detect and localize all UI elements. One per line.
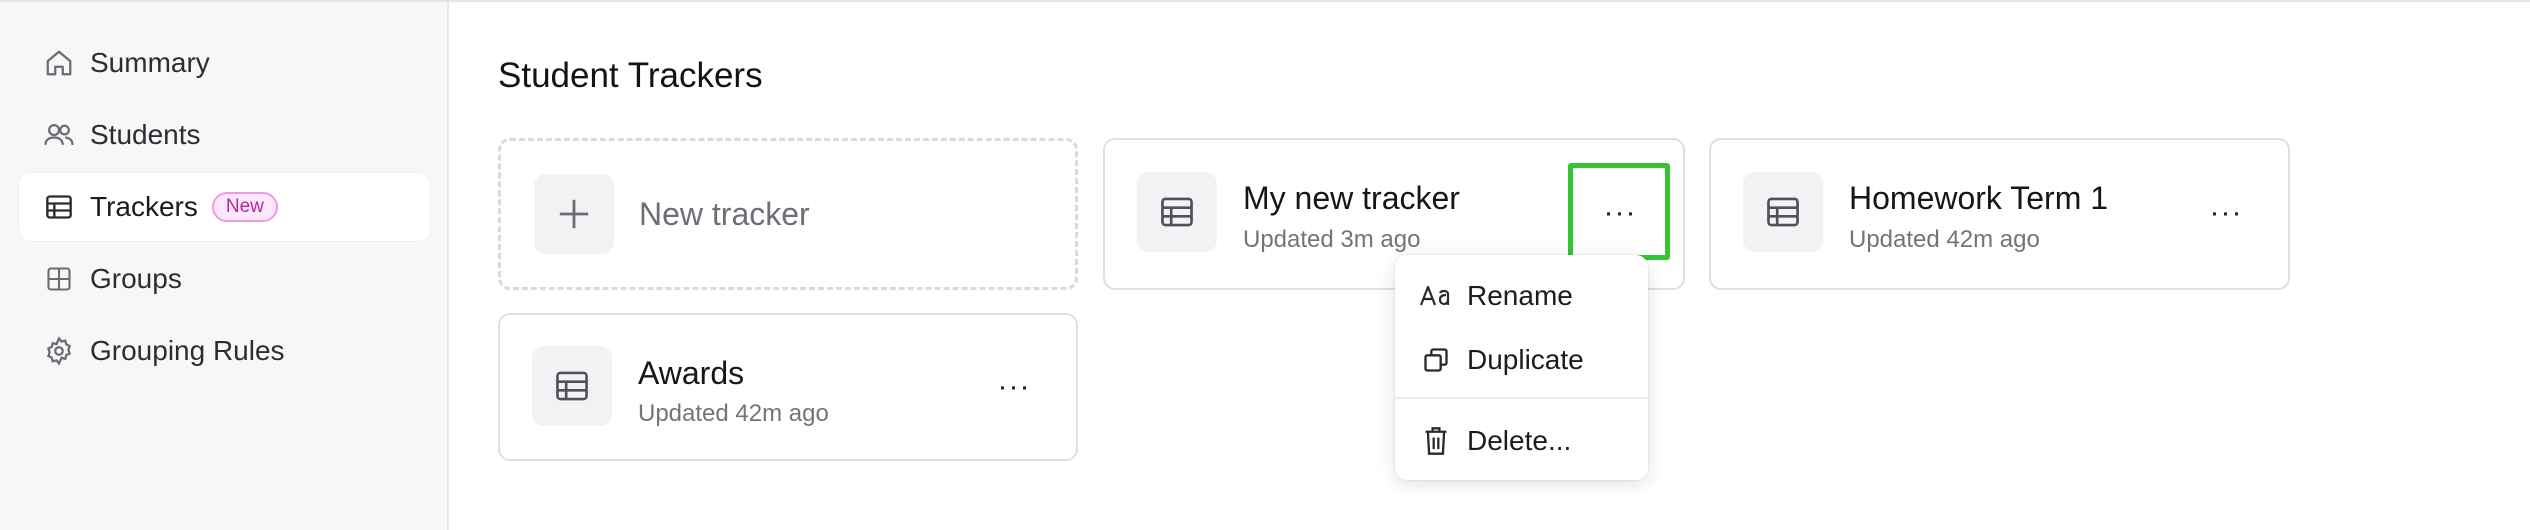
sidebar-item-grouping-rules[interactable]: Grouping Rules — [18, 316, 431, 386]
copy-icon — [1419, 343, 1453, 377]
table-icon — [42, 190, 76, 224]
sidebar-item-label: Students — [90, 119, 201, 150]
menu-divider — [1395, 397, 1648, 399]
more-options-button[interactable]: ··· — [984, 357, 1044, 417]
page-title: Student Trackers — [498, 56, 763, 95]
sidebar-item-summary[interactable]: Summary — [18, 28, 431, 98]
text-icon — [1419, 279, 1453, 313]
users-icon — [42, 118, 76, 152]
menu-item-duplicate[interactable]: Duplicate — [1395, 330, 1648, 390]
tracker-title: Homework Term 1 — [1849, 180, 2109, 216]
context-menu: Rename Duplicate Delete... — [1395, 255, 1648, 480]
sidebar-item-groups[interactable]: Groups — [18, 244, 431, 314]
more-options-button[interactable]: ··· — [1590, 183, 1650, 243]
tracker-card[interactable]: Awards Updated 42m ago ··· — [498, 313, 1078, 461]
new-badge: New — [211, 192, 278, 222]
tracker-updated: Updated 42m ago — [638, 400, 829, 427]
gear-icon — [42, 334, 76, 368]
trash-icon — [1419, 424, 1453, 458]
tracker-card[interactable]: Homework Term 1 Updated 42m ago ··· — [1709, 138, 2290, 290]
table-icon — [532, 346, 612, 426]
table-icon — [1743, 172, 1823, 252]
more-options-button[interactable]: ··· — [2196, 183, 2256, 243]
sidebar-item-label: Summary — [90, 47, 210, 78]
menu-item-label: Delete... — [1467, 425, 1572, 456]
sidebar: Summary Students Trackers New Groups Gro… — [0, 2, 449, 530]
new-tracker-card[interactable]: New tracker — [498, 138, 1078, 290]
tracker-updated: Updated 42m ago — [1849, 226, 2040, 253]
sidebar-item-label: Grouping Rules — [90, 335, 285, 366]
home-icon — [42, 46, 76, 80]
menu-item-label: Rename — [1467, 280, 1573, 311]
plus-icon — [534, 174, 614, 254]
tracker-title: Awards — [638, 355, 745, 391]
new-tracker-label: New tracker — [639, 196, 810, 232]
table-icon — [1137, 172, 1217, 252]
tracker-updated: Updated 3m ago — [1243, 226, 1421, 253]
sidebar-item-label: Groups — [90, 263, 182, 294]
menu-item-delete[interactable]: Delete... — [1395, 411, 1648, 471]
sidebar-item-label: Trackers — [90, 191, 198, 222]
sidebar-item-trackers[interactable]: Trackers New — [18, 172, 431, 242]
app-root: Summary Students Trackers New Groups Gro… — [0, 0, 2530, 530]
sidebar-item-students[interactable]: Students — [18, 100, 431, 170]
menu-item-rename[interactable]: Rename — [1395, 266, 1648, 326]
tracker-title: My new tracker — [1243, 180, 1460, 216]
menu-item-label: Duplicate — [1467, 344, 1584, 375]
grid-icon — [42, 262, 76, 296]
